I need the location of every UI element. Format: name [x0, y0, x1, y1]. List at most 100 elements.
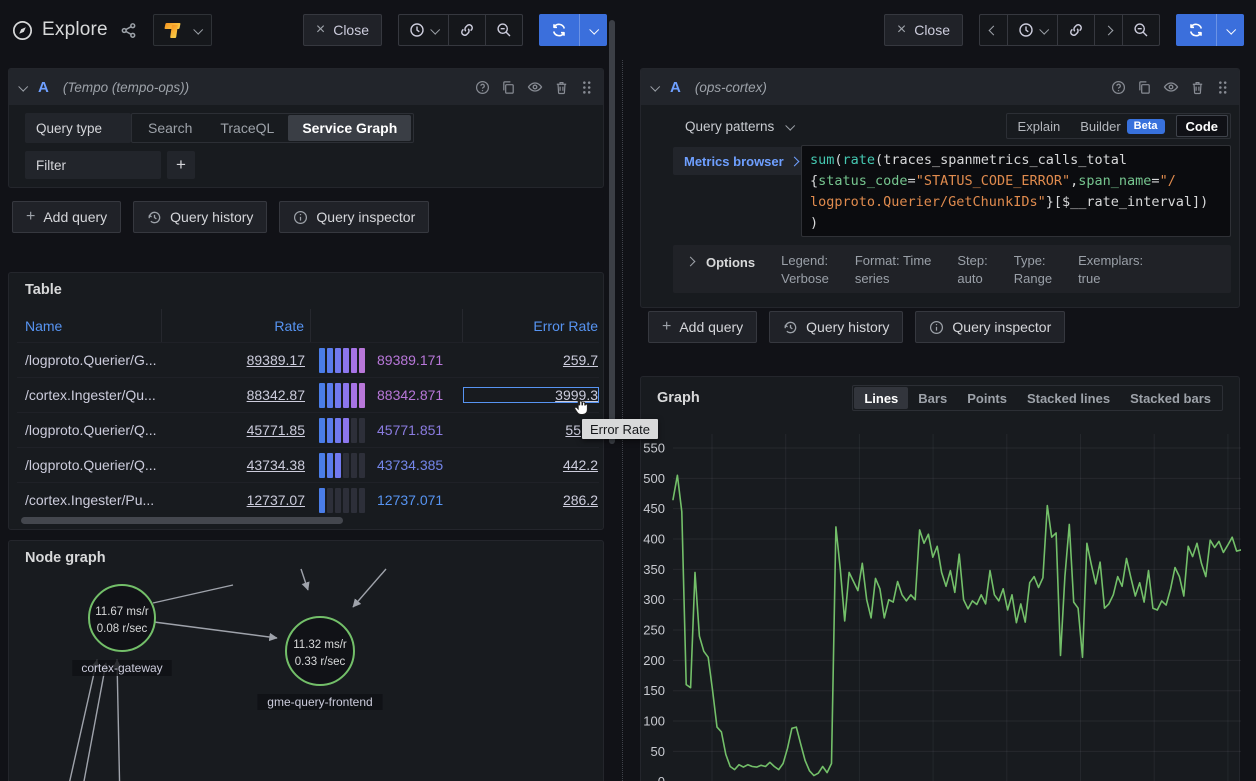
delete-query-trash-button[interactable] [554, 80, 569, 95]
query-editor-card-right: A (ops-cortex) [640, 68, 1240, 308]
link-icon [459, 22, 475, 38]
query-inspector-button[interactable]: Query inspector [279, 201, 429, 233]
run-query-button[interactable] [1176, 14, 1216, 46]
add-query-button[interactable]: + Add query [648, 311, 757, 343]
cell-name: /logproto.Querier/Q... [17, 422, 162, 438]
code-line: ) [810, 213, 1222, 234]
rate-link[interactable]: 89389.17 [247, 352, 305, 368]
metrics-browser-button[interactable]: Metrics browser [673, 147, 809, 175]
query-history-button[interactable]: Query history [769, 311, 903, 343]
disable-query-eye-button[interactable] [1163, 79, 1179, 95]
error-rate-link[interactable]: 286.2 [563, 492, 598, 508]
query-options-bar[interactable]: Options Legend:Verbose Format: Timeserie… [673, 245, 1231, 293]
query-inspector-button[interactable]: Query inspector [915, 311, 1065, 343]
rate-link[interactable]: 45771.85 [247, 422, 305, 438]
time-shift-back-button[interactable] [980, 15, 1007, 45]
tab-traceql[interactable]: TraceQL [206, 115, 288, 141]
query-row-header[interactable]: A (ops-cortex) [641, 69, 1239, 105]
table-panel-title: Table [9, 273, 603, 298]
link-split-button[interactable] [448, 15, 485, 45]
copy-query-button[interactable] [1137, 80, 1152, 95]
close-left-pane-button[interactable]: × Close [303, 14, 382, 46]
time-shift-forward-button[interactable] [1094, 15, 1122, 45]
info-icon [929, 320, 944, 335]
error-rate-link[interactable]: 55 [565, 422, 581, 438]
time-picker-button[interactable] [399, 15, 448, 45]
col-header-error-rate[interactable]: Error Rate [463, 318, 599, 334]
tab-search[interactable]: Search [134, 115, 206, 141]
col-header-name[interactable]: Name [17, 309, 162, 342]
rate-link[interactable]: 43734.38 [247, 457, 305, 473]
close-right-pane-button[interactable]: × Close [884, 14, 963, 46]
col-header-gauge[interactable] [311, 309, 463, 342]
cell-rate: 43734.38 [162, 457, 311, 473]
time-picker-button[interactable] [1007, 15, 1057, 45]
share-icon[interactable] [120, 22, 137, 39]
run-interval-dropdown[interactable] [1216, 14, 1244, 46]
chevron-down-icon[interactable] [786, 120, 796, 130]
query-row-header[interactable]: A (Tempo (tempo-ops)) [9, 69, 603, 105]
delete-query-trash-button[interactable] [1190, 80, 1205, 95]
copy-query-button[interactable] [501, 80, 516, 95]
tab-explain[interactable]: Explain [1009, 115, 1070, 137]
tab-points[interactable]: Points [957, 387, 1017, 409]
zoom-out-button[interactable] [485, 15, 522, 45]
add-query-button[interactable]: + Add query [12, 201, 121, 233]
tab-code[interactable]: Code [1176, 115, 1229, 137]
disable-query-eye-button[interactable] [527, 79, 543, 95]
table-horizontal-scrollbar[interactable] [21, 517, 599, 524]
tab-stacked-lines[interactable]: Stacked lines [1017, 387, 1120, 409]
tab-service-graph[interactable]: Service Graph [288, 115, 411, 141]
rate-link[interactable]: 88342.87 [247, 387, 305, 403]
editor-mode-tabs: Explain Builder Beta Code [1006, 113, 1231, 139]
builder-label: Builder [1080, 119, 1120, 134]
explore-pane-right: A (ops-cortex) [640, 60, 1256, 781]
error-rate-link[interactable]: 259.7 [563, 352, 598, 368]
link-split-button[interactable] [1057, 15, 1094, 45]
scrollbar-thumb[interactable] [21, 517, 343, 524]
chevron-right-icon [1104, 25, 1114, 35]
cell-rate: 88342.87 [162, 387, 311, 403]
rate-link[interactable]: 12737.07 [247, 492, 305, 508]
tab-lines[interactable]: Lines [854, 387, 908, 409]
help-button[interactable] [475, 80, 490, 95]
error-rate-link[interactable]: 442.2 [563, 457, 598, 473]
query-patterns-label[interactable]: Query patterns [685, 119, 774, 134]
gauge-value: 43734.385 [377, 457, 443, 473]
collapse-chevron-icon[interactable] [650, 81, 660, 91]
toolbar-right: × Close [640, 0, 1256, 60]
cell-rate-gauge: 89389.171 [311, 348, 463, 373]
query-history-button[interactable]: Query history [133, 201, 267, 233]
query-actions-left: + Add query Query history Query inspecto… [12, 201, 429, 233]
run-query-split-button [1176, 14, 1244, 46]
query-ref-letter: A [670, 79, 681, 96]
node-graph-canvas[interactable]: 11.67 ms/r0.08 r/seccortex-gateway11.32 … [9, 565, 603, 781]
left-pane-scrollbar[interactable] [609, 20, 615, 444]
history-icon [783, 320, 798, 335]
service-node[interactable] [286, 617, 354, 685]
add-filter-button[interactable]: + [167, 151, 195, 179]
zoom-out-button[interactable] [1122, 15, 1159, 45]
run-query-button[interactable] [539, 14, 579, 46]
tab-builder[interactable]: Builder Beta [1071, 115, 1173, 137]
promql-code-editor[interactable]: sum(rate(traces_spanmetrics_calls_total{… [801, 145, 1231, 237]
gauge-value: 12737.071 [377, 492, 443, 508]
time-series-chart: 550500450400350300250200150100500 [641, 417, 1241, 781]
datasource-picker[interactable] [153, 14, 212, 46]
collapse-chevron-icon[interactable] [18, 81, 28, 91]
node-stat-rate: 0.08 r/sec [97, 623, 148, 635]
y-axis-tick-label: 300 [643, 592, 665, 607]
col-header-rate[interactable]: Rate [162, 309, 311, 342]
help-button[interactable] [1111, 80, 1126, 95]
tab-bars[interactable]: Bars [908, 387, 957, 409]
service-node[interactable] [89, 585, 155, 651]
tempo-datasource-icon [164, 20, 184, 40]
run-interval-dropdown[interactable] [579, 14, 607, 46]
drag-handle-icon[interactable] [580, 80, 593, 95]
results-table: Name Rate Error Rate /logproto.Querier/G… [17, 309, 599, 517]
drag-handle-icon[interactable] [1216, 80, 1229, 95]
gauge-value: 88342.871 [377, 387, 443, 403]
option-type: Type:Range [1014, 252, 1052, 288]
tab-stacked-bars[interactable]: Stacked bars [1120, 387, 1221, 409]
table-row: /logproto.Querier/G...89389.1789389.1712… [17, 342, 599, 377]
